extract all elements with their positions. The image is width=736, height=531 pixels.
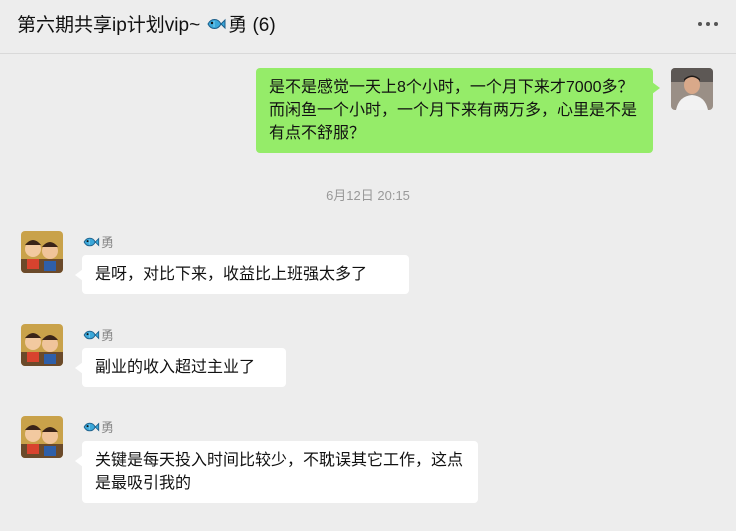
message-text: 是不是感觉一天上8个小时，一个月下来才7000多？而闲鱼一个小时，一个月下来有两… <box>269 79 638 142</box>
fish-icon <box>206 17 226 31</box>
message-text: 关键是每天投入时间比较少，不耽误其它工作，这点是最吸引我的 <box>95 452 464 492</box>
my-avatar[interactable] <box>671 68 713 110</box>
message-text: 副业的收入超过主业了 <box>95 359 256 376</box>
message-bubble[interactable]: 关键是每天投入时间比较少，不耽误其它工作，这点是最吸引我的 <box>75 441 478 503</box>
fish-icon <box>82 421 100 433</box>
message-text: 是呀，对比下来，收益比上班强太多了 <box>95 266 368 283</box>
message-bubble[interactable]: 副业的收入超过主业了 <box>75 348 286 387</box>
more-icon[interactable] <box>698 22 718 26</box>
chat-header: 第六期共享ip计划vip~ 勇 (6) <box>0 0 736 54</box>
sender-name-text: 勇 <box>101 328 115 343</box>
chat-title-prefix: 第六期共享ip计划vip~ <box>17 15 201 36</box>
sender-avatar[interactable] <box>21 231 63 273</box>
message-bubble[interactable]: 是呀，对比下来，收益比上班强太多了 <box>75 255 409 294</box>
chat-title: 第六期共享ip计划vip~ 勇 (6) <box>17 10 276 37</box>
sender-name-text: 勇 <box>101 420 115 435</box>
fish-icon <box>82 236 100 248</box>
sender-name: 勇 <box>82 325 114 344</box>
sender-name: 勇 <box>82 417 114 436</box>
sender-avatar[interactable] <box>21 416 63 458</box>
sender-name-text: 勇 <box>101 235 115 250</box>
timestamp: 6月12日 20:15 <box>326 188 410 203</box>
fish-icon <box>82 329 100 341</box>
my-message-bubble[interactable]: 是不是感觉一天上8个小时，一个月下来才7000多？而闲鱼一个小时，一个月下来有两… <box>256 68 660 153</box>
chat-title-suffix: 勇 (6) <box>228 15 276 36</box>
sender-name: 勇 <box>82 232 114 251</box>
sender-avatar[interactable] <box>21 324 63 366</box>
